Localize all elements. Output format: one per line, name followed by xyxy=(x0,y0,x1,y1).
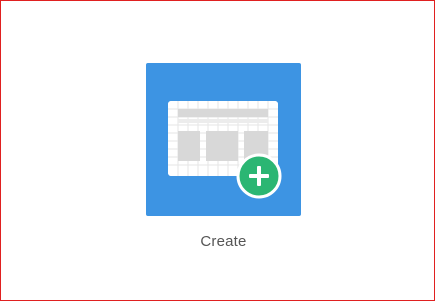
create-label[interactable]: Create xyxy=(146,233,301,250)
canvas-frame: Create xyxy=(0,0,435,301)
create-tile[interactable] xyxy=(146,63,301,216)
plus-icon[interactable] xyxy=(236,153,282,199)
